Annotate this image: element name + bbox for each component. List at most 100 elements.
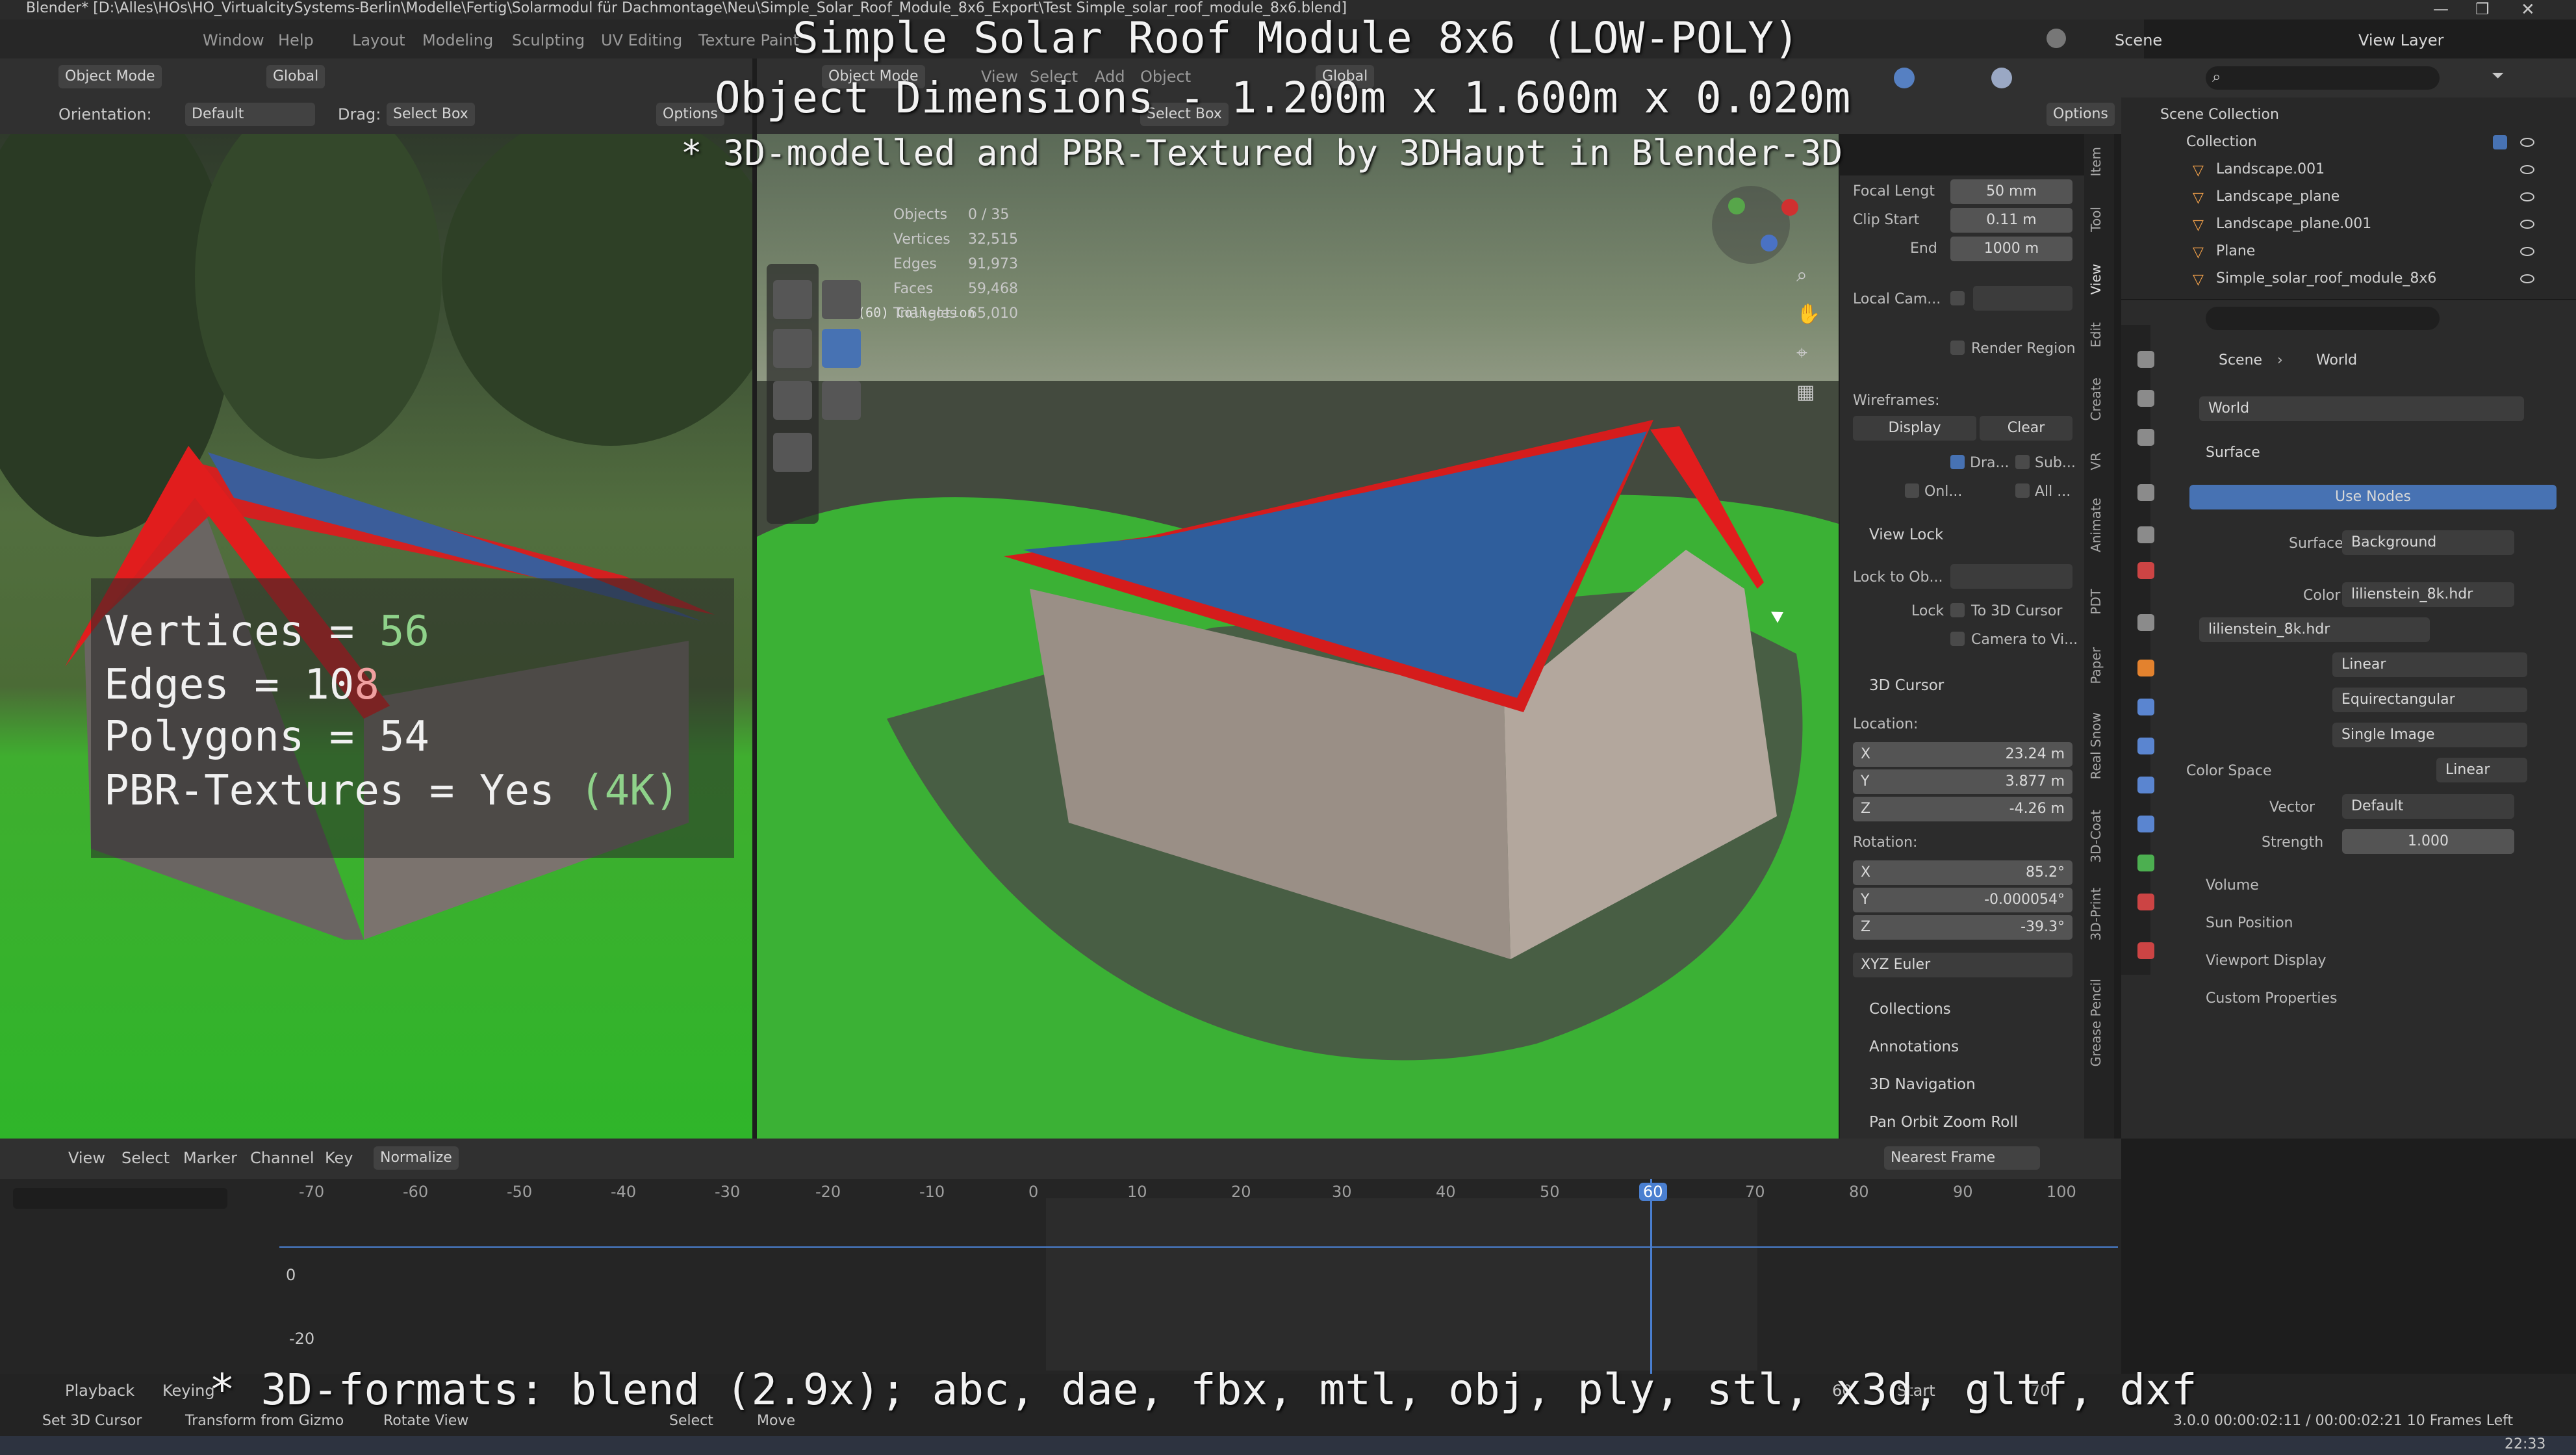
collections-section[interactable]: Collections [1869,1001,1951,1018]
tab-grease-pencil[interactable]: Grease Pencil [2088,979,2104,1066]
data-tab-icon[interactable] [2137,855,2154,871]
eye-icon[interactable] [2520,138,2534,147]
world-tab-icon[interactable] [2137,562,2154,579]
outliner-item[interactable]: ▽ Landscape_plane.001 [2121,211,2576,238]
tab-item[interactable]: Item [2088,147,2104,177]
modifier-tab-icon[interactable] [2137,699,2154,715]
render-region-checkbox[interactable] [1950,341,1965,355]
gizmo-z-axis[interactable] [1761,235,1778,251]
timeline-menu-marker[interactable]: Marker [183,1149,237,1167]
breadcrumb-world[interactable]: World [2316,352,2357,368]
orientation-dropdown[interactable]: Default [185,103,315,126]
volume-panel[interactable]: Volume [2206,877,2259,894]
breadcrumb-scene[interactable]: Scene [2219,352,2262,368]
eye-icon[interactable] [2520,220,2534,229]
color-space-dropdown[interactable]: Linear [2436,758,2527,782]
material-preview-icon[interactable] [1991,68,2012,88]
left-transform-orientation[interactable]: Global [266,65,325,88]
snap-dropdown[interactable]: Nearest Frame [1884,1146,2040,1170]
local-camera-checkbox[interactable] [1950,291,1965,305]
cursor-rotation-x[interactable]: X 85.2° [1853,860,2072,885]
timeline-menu-select[interactable]: Select [121,1149,170,1167]
image-source-dropdown[interactable]: Single Image [2332,723,2527,747]
close-icon[interactable]: ✕ [2521,0,2535,19]
viewport-display-panel[interactable]: Viewport Display [2206,953,2326,969]
projection-dropdown[interactable]: Equirectangular [2332,688,2527,712]
all-checkbox[interactable] [2015,483,2030,498]
playback-menu[interactable]: Playback [65,1382,134,1400]
draw-checkbox[interactable] [1950,455,1965,469]
render-tab-icon[interactable] [2137,390,2154,407]
image-name-field[interactable]: lilienstein_8k.hdr [2199,617,2430,642]
properties-search-input[interactable] [2206,307,2440,330]
gizmo-y-axis[interactable] [1728,198,1745,214]
annotations-section[interactable]: Annotations [1869,1038,1959,1055]
menu-window[interactable]: Window [203,31,264,49]
timeline-menu-channel[interactable]: Channel [250,1149,314,1167]
timeline-menu-view[interactable]: View [68,1149,105,1167]
scale-tool-icon[interactable] [773,329,812,368]
particles-tab-icon[interactable] [2137,738,2154,754]
lock-to-cursor-checkbox[interactable] [1950,603,1965,617]
drag-dropdown[interactable]: Select Box [387,103,475,126]
tab-3d-print[interactable]: 3D-Print [2088,888,2104,940]
cursor-rotation-y[interactable]: Y -0.000054° [1853,888,2072,912]
tool-tab-icon[interactable] [2137,351,2154,368]
cursor-location-y[interactable]: Y 3.877 m [1853,769,2072,794]
minimize-icon[interactable]: — [2433,0,2449,18]
grid-view-icon[interactable]: ▦ [1796,381,1815,404]
workspace-tab-uv-editing[interactable]: UV Editing [601,31,682,49]
local-camera-field[interactable] [1973,286,2072,311]
tab-pdt[interactable]: PDT [2088,589,2104,615]
left-mode-dropdown[interactable]: Object Mode [58,65,162,88]
measure-tool-icon[interactable] [822,381,861,420]
strength-field[interactable]: 1.000 [2342,829,2514,854]
pan-orbit-zoom-roll-section[interactable]: Pan Orbit Zoom Roll [1869,1114,2018,1131]
surface-shader-dropdown[interactable]: Background [2342,530,2514,555]
wireframe-display-button[interactable]: Display [1853,416,1976,441]
lock-to-object-field[interactable] [1950,564,2072,589]
tab-edit[interactable]: Edit [2088,322,2104,348]
clip-start-field[interactable]: 0.11 m [1950,208,2072,233]
eye-icon[interactable] [2520,274,2534,283]
constraints-tab-icon[interactable] [2137,816,2154,832]
object-tab-icon[interactable] [2137,660,2154,676]
annotate-tool-icon[interactable] [773,381,812,420]
normalize-toggle[interactable]: Normalize [374,1146,459,1170]
view-layer-selector[interactable]: View Layer [2358,31,2444,49]
rotate-tool-icon[interactable] [822,280,861,319]
transform-tool-icon[interactable] [822,329,861,368]
current-frame-indicator[interactable]: 60 [1639,1183,1667,1201]
tab-create[interactable]: Create [2088,378,2104,420]
navigation-gizmo[interactable] [1712,186,1790,264]
zoom-icon[interactable]: ⌕ [1796,264,1807,287]
move-tool-icon[interactable] [773,280,812,319]
only-checkbox[interactable] [1905,483,1919,498]
playhead[interactable] [1650,1179,1652,1374]
collection-tab-icon[interactable] [2137,614,2154,631]
workspace-tab-sculpting[interactable]: Sculpting [512,31,585,49]
add-cube-tool-icon[interactable] [773,433,812,472]
physics-tab-icon[interactable] [2137,777,2154,793]
right-options-button[interactable]: Options [2047,103,2115,126]
eye-icon[interactable] [2520,192,2534,201]
outliner-item[interactable]: ▽ Plane [2121,238,2576,265]
channel-search-input[interactable] [13,1188,227,1209]
outliner-item[interactable]: ▽ Landscape.001 [2121,156,2576,183]
menu-help[interactable]: Help [278,31,314,49]
tab-vr[interactable]: VR [2088,452,2104,470]
wireframe-clear-button[interactable]: Clear [1980,416,2072,441]
outliner-search-input[interactable] [2206,66,2440,90]
texture-tab-icon[interactable] [2137,942,2154,959]
sub-checkbox[interactable] [2015,455,2030,469]
collection-include-checkbox[interactable] [2493,135,2507,149]
camera-view-icon[interactable]: ⌖ [1796,342,1807,365]
outliner-item[interactable]: ▽ Simple_solar_roof_module_8x6 [2121,265,2576,292]
rotation-mode-dropdown[interactable]: XYZ Euler [1853,953,2072,977]
view-lock-section[interactable]: View Lock [1869,526,1943,543]
3d-navigation-section[interactable]: 3D Navigation [1869,1076,1976,1093]
vector-link-field[interactable]: Default [2342,794,2514,819]
tab-tool[interactable]: Tool [2088,207,2104,232]
timeline-menu-key[interactable]: Key [325,1149,353,1167]
clip-end-field[interactable]: 1000 m [1950,237,2072,261]
